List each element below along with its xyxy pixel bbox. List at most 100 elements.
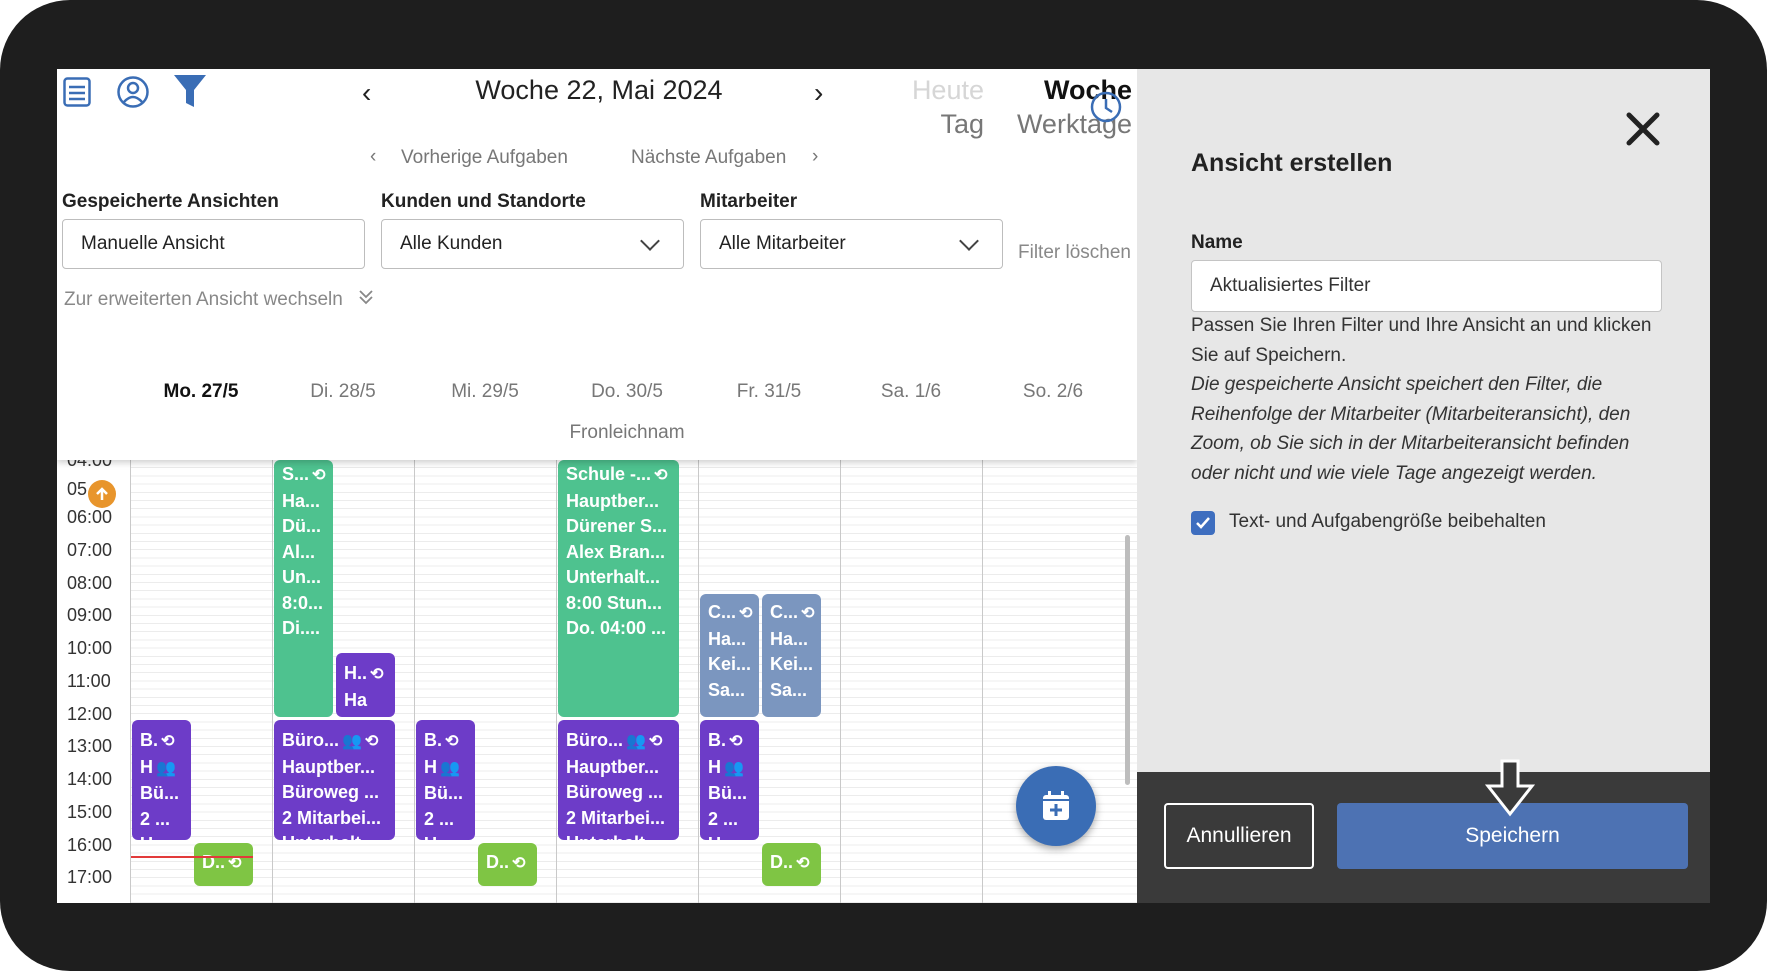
event-card[interactable]: B.⟲ H👥 Bü... 2 ... Un — [416, 720, 475, 840]
next-week-button[interactable]: › — [814, 77, 823, 109]
event-line: Do. 04:00 ... — [566, 618, 667, 638]
event-line: Alex Bran... — [566, 541, 666, 562]
next-tasks-link[interactable]: Nächste Aufgaben — [631, 147, 786, 169]
grid-line — [414, 460, 415, 903]
day-header-tue[interactable]: Di. 28/5 — [273, 381, 413, 403]
day-header-fri[interactable]: Fr. 31/5 — [699, 381, 839, 403]
event-line: Un — [140, 832, 183, 840]
prev-tasks-chevron[interactable]: ‹ — [370, 146, 376, 168]
grid-line — [272, 460, 273, 903]
event-line: C... — [708, 602, 737, 622]
add-event-button[interactable] — [1016, 766, 1096, 846]
grid-line — [698, 460, 699, 903]
event-line: Dü... — [282, 516, 321, 536]
event-line: Sa... — [770, 679, 808, 700]
check-icon — [1196, 517, 1210, 529]
description-note: Die gespeicherte Ansicht speichert den F… — [1191, 374, 1631, 484]
keep-size-checkbox[interactable] — [1191, 511, 1215, 535]
view-today[interactable]: Heute — [869, 75, 984, 106]
hour-label: 05 — [67, 479, 88, 499]
day-header-sat[interactable]: Sa. 1/6 — [841, 381, 981, 403]
event-line: Un... — [282, 567, 321, 587]
hour-label: 11:00 — [67, 671, 111, 691]
event-line: Ha — [344, 689, 368, 710]
event-card[interactable]: D.. ⟲ — [478, 843, 537, 886]
group-icon: 👥 — [342, 733, 362, 750]
event-line: B. — [140, 730, 158, 750]
panel-title: Ansicht erstellen — [1191, 149, 1393, 177]
extended-view-toggle[interactable]: Zur erweiterten Ansicht wechseln — [64, 289, 374, 311]
employees-select[interactable]: Alle Mitarbeiter — [700, 219, 1003, 269]
customers-value: Alle Kunden — [400, 233, 503, 254]
event-line: H.. — [344, 663, 368, 683]
prev-tasks-link[interactable]: Vorherige Aufgaben — [401, 147, 568, 169]
scrollbar[interactable] — [1125, 535, 1130, 785]
filter-icon[interactable] — [173, 74, 207, 110]
event-line: Hauptber... — [566, 490, 660, 511]
clock-icon[interactable] — [1090, 91, 1122, 123]
prev-week-button[interactable]: ‹ — [362, 77, 371, 109]
recurring-icon: ⟲ — [312, 467, 326, 484]
hour-label: 14:00 — [67, 769, 113, 789]
event-line: Hauptber... — [282, 756, 376, 777]
group-icon: 👥 — [626, 733, 646, 750]
event-line: D.. — [202, 852, 226, 872]
event-line: Bü... — [140, 783, 179, 803]
saved-views-value: Manuelle Ansicht — [81, 233, 225, 254]
event-card[interactable]: B.⟲ H👥 Bü... 2 ... Un — [132, 720, 191, 840]
event-card[interactable]: C... ⟲ Ha... Kei... Sa... — [700, 594, 759, 717]
day-header-thu[interactable]: Do. 30/5 — [557, 381, 697, 403]
user-icon[interactable] — [117, 75, 149, 109]
event-card[interactable]: Büro... 👥 ⟲ Hauptber... Büroweg ... 2 Mita… — [274, 720, 395, 840]
hour-label: 15:00 — [67, 802, 113, 822]
recurring-icon: ⟲ — [654, 467, 668, 484]
event-line: Ha... — [282, 490, 321, 511]
employees-label: Mitarbeiter — [700, 191, 798, 212]
app-screen: ‹ Woche 22, Mai 2024 › Heute Woche Tag W… — [57, 69, 1710, 903]
week-title: Woche 22, Mai 2024 — [475, 75, 723, 105]
event-card[interactable]: D.. ⟲ — [194, 843, 253, 886]
hour-label: 16:00 — [67, 835, 113, 855]
description-text: Passen Sie Ihren Filter und Ihre Ansicht… — [1191, 315, 1652, 366]
event-line: Hauptber... — [566, 756, 660, 777]
next-tasks-chevron[interactable]: › — [812, 146, 818, 168]
event-line: Unterhalt — [566, 831, 671, 840]
customers-select[interactable]: Alle Kunden — [381, 219, 684, 269]
event-card[interactable]: B.⟲ H👥 Bü... 2 ... Un — [700, 720, 759, 840]
recurring-icon: ⟲ — [161, 733, 175, 750]
recurring-icon: ⟲ — [364, 733, 379, 750]
event-line: Büro... — [566, 730, 623, 750]
event-card[interactable]: Büro... 👥 ⟲ Hauptber... Büroweg ... 2 Mita… — [558, 720, 679, 840]
day-header-sun[interactable]: So. 2/6 — [983, 381, 1123, 403]
list-icon[interactable] — [63, 77, 91, 107]
saved-views-select[interactable]: Manuelle Ansicht — [62, 219, 365, 269]
close-icon[interactable] — [1623, 109, 1663, 149]
event-card[interactable]: D.. ⟲ — [762, 843, 821, 886]
event-card[interactable]: Schule -... ⟲ Hauptber... Dürener S... Al… — [558, 460, 679, 717]
clear-filters-link[interactable]: Filter löschen — [1018, 242, 1131, 264]
cancel-button[interactable]: Annullieren — [1164, 803, 1314, 869]
day-header-mon[interactable]: Mo. 27/5 — [131, 381, 271, 403]
event-line: C... — [770, 602, 799, 622]
recurring-icon: ⟲ — [512, 855, 526, 872]
event-line: Büroweg ... — [566, 782, 664, 802]
event-card[interactable]: S... ⟲ Ha... Dü... Al... Un... 8:0... Di.… — [274, 460, 333, 717]
double-chevron-down-icon — [358, 289, 374, 311]
hour-label: 07:00 — [67, 540, 113, 560]
saved-views-label: Gespeicherte Ansichten — [62, 191, 279, 212]
group-icon: 👥 — [440, 759, 460, 777]
event-line: Unterhalt — [282, 831, 387, 840]
day-header-wed[interactable]: Mi. 29/5 — [415, 381, 555, 403]
view-day[interactable]: Tag — [869, 109, 984, 140]
event-line: H — [708, 756, 721, 777]
employees-value: Alle Mitarbeiter — [719, 233, 846, 254]
name-input[interactable] — [1191, 260, 1662, 312]
event-card[interactable]: C... ⟲ Ha... Kei... Sa... — [762, 594, 821, 717]
event-line: Ha... — [770, 628, 809, 649]
current-time-line — [131, 856, 253, 858]
event-line: H — [140, 756, 153, 777]
event-card[interactable]: H.. ⟲ Ha — [336, 653, 395, 717]
scroll-up-icon[interactable] — [88, 480, 116, 508]
create-view-panel: Ansicht erstellen Name Passen Sie Ihren … — [1137, 69, 1710, 903]
device-frame: ‹ Woche 22, Mai 2024 › Heute Woche Tag W… — [0, 0, 1767, 971]
